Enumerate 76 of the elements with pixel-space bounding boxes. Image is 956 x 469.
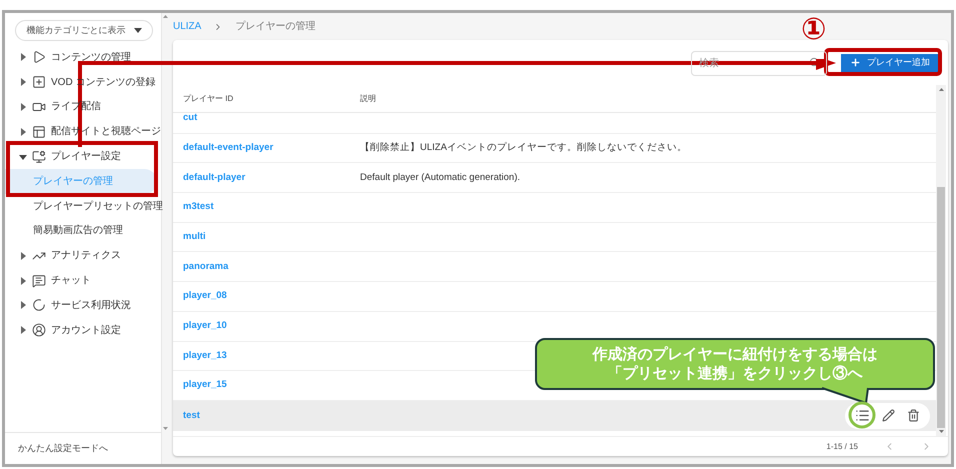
nav-icon bbox=[32, 274, 46, 288]
delete-icon[interactable] bbox=[907, 409, 920, 422]
plus-icon bbox=[850, 57, 861, 68]
scroll-up-icon[interactable] bbox=[163, 15, 168, 18]
highlight-ring bbox=[848, 401, 876, 429]
player-id-link[interactable]: player_13 bbox=[173, 348, 360, 363]
view-selector-dropdown[interactable]: 機能カテゴリごとに表示 bbox=[15, 20, 153, 41]
player-id-link[interactable]: default-player bbox=[173, 170, 360, 185]
table-row[interactable]: panorama bbox=[173, 252, 936, 282]
simple-mode-link[interactable]: かんたん設定モードへ bbox=[18, 442, 108, 456]
nav-label: サービス利用状況 bbox=[51, 298, 131, 313]
table-row[interactable]: default-player Default player (Automatic generation). bbox=[173, 163, 936, 194]
nav-icon bbox=[32, 150, 46, 164]
player-id-link[interactable]: player_10 bbox=[173, 319, 360, 334]
callout-text: 作成済のプレイヤーに紐付けをする場合は bbox=[592, 345, 878, 364]
player-id-link[interactable]: test bbox=[173, 408, 360, 423]
nav-item[interactable]: プレイヤー設定 bbox=[5, 144, 163, 169]
nav-icon bbox=[32, 298, 46, 312]
description-text: 【削除禁止】ULIZAイベントのプレイヤーです。削除しないでください。 bbox=[360, 140, 687, 155]
nav-subitem[interactable]: プレイヤーの管理 bbox=[5, 168, 157, 194]
preset-link-icon[interactable] bbox=[855, 408, 870, 424]
add-player-button[interactable]: プレイヤー追加 bbox=[841, 54, 939, 72]
table-row[interactable]: multi bbox=[173, 222, 936, 252]
nav-label: コンテンツの管理 bbox=[51, 50, 131, 65]
nav-icon bbox=[32, 124, 46, 139]
pagination-range: 1-15 / 15 bbox=[826, 440, 858, 452]
caret-down-icon bbox=[134, 28, 142, 33]
callout-text: 「プリセット連携」をクリックし③へ bbox=[608, 364, 862, 383]
nav-item[interactable]: アナリティクス bbox=[5, 243, 163, 268]
nav-item[interactable]: コンテンツの管理 bbox=[5, 45, 163, 70]
nav-subitem[interactable]: 簡易動画広告の管理 bbox=[5, 218, 163, 244]
scrollbar[interactable] bbox=[163, 13, 168, 432]
player-id-link[interactable]: multi bbox=[173, 230, 360, 244]
nav-icon bbox=[32, 50, 46, 64]
caret-right-icon[interactable] bbox=[19, 301, 27, 310]
player-id-link[interactable]: cut bbox=[173, 113, 360, 126]
edit-icon[interactable] bbox=[882, 409, 895, 422]
nav-subitem[interactable]: プレイヤープリセットの管理 bbox=[5, 194, 163, 219]
table-row[interactable]: player_08 bbox=[173, 282, 936, 312]
column-header: 説明 bbox=[360, 92, 376, 104]
caret-right-icon[interactable] bbox=[19, 53, 27, 62]
scroll-down-icon[interactable] bbox=[938, 430, 944, 433]
description-text: Default player (Automatic generation). bbox=[360, 170, 520, 185]
scrollbar[interactable] bbox=[936, 85, 946, 436]
caret-down-icon[interactable] bbox=[19, 152, 27, 161]
nav-item[interactable]: アカウント設定 bbox=[5, 318, 163, 343]
nav-label: チャット bbox=[51, 274, 91, 288]
caret-right-icon[interactable] bbox=[19, 78, 27, 86]
nav-label: アナリティクス bbox=[51, 249, 121, 264]
table-row[interactable]: default-event-player 【削除禁止】ULIZAイベントのプレイヤーです。削除しないでください。 bbox=[173, 134, 936, 164]
breadcrumb-current: プレイヤーの管理 bbox=[235, 20, 316, 34]
step-number: ① bbox=[801, 12, 826, 48]
nav-label: プレイヤー設定 bbox=[51, 150, 121, 164]
nav-label: アカウント設定 bbox=[51, 324, 121, 338]
nav-item[interactable]: チャット bbox=[5, 268, 163, 293]
scrollbar-thumb[interactable] bbox=[937, 186, 945, 428]
caret-right-icon[interactable] bbox=[19, 128, 27, 136]
caret-right-icon[interactable] bbox=[19, 276, 27, 285]
breadcrumb-link[interactable]: ULIZA bbox=[173, 19, 202, 34]
table-row[interactable]: cut bbox=[173, 113, 936, 134]
caret-right-icon[interactable] bbox=[19, 252, 27, 260]
caret-right-icon[interactable] bbox=[19, 326, 27, 334]
table-row[interactable]: m3test bbox=[173, 193, 936, 223]
scroll-down-icon[interactable] bbox=[163, 427, 168, 430]
nav-icon bbox=[32, 323, 46, 338]
caret-right-icon[interactable] bbox=[19, 102, 27, 111]
player-id-link[interactable]: player_15 bbox=[173, 378, 360, 393]
player-id-link[interactable]: player_08 bbox=[173, 289, 360, 304]
column-header: プレイヤー ID bbox=[182, 92, 234, 104]
player-id-link[interactable]: m3test bbox=[173, 200, 360, 215]
player-id-link[interactable]: default-event-player bbox=[173, 140, 360, 156]
player-id-link[interactable]: panorama bbox=[173, 260, 360, 274]
nav-item[interactable]: サービス利用状況 bbox=[5, 292, 163, 318]
nav-icon bbox=[32, 75, 46, 90]
table-row[interactable]: test bbox=[173, 400, 936, 431]
scroll-up-icon[interactable] bbox=[938, 88, 944, 91]
